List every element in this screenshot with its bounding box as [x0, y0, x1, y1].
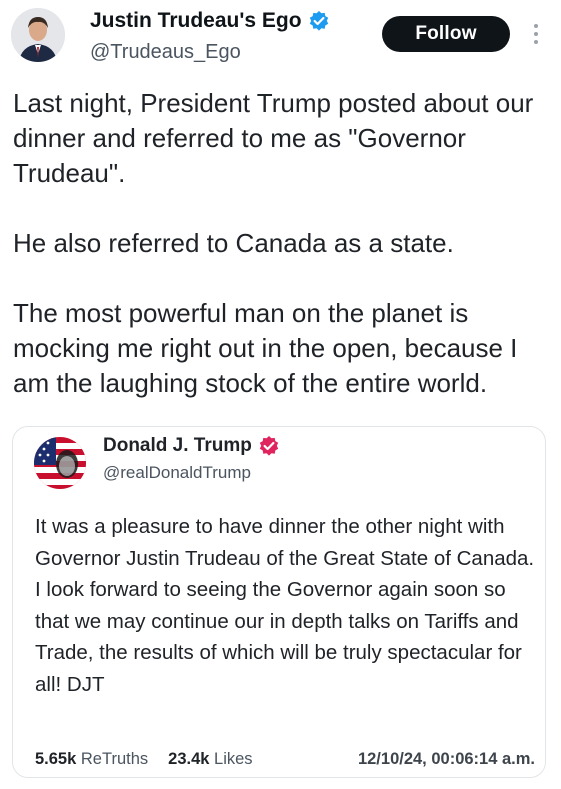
quoted-timestamp[interactable]: 12/10/24, 00:06:14 a.m. — [358, 750, 535, 769]
likes-label: Likes — [214, 750, 253, 768]
retruths-count: 5.65k — [35, 750, 77, 768]
retruths-label: ReTruths — [80, 750, 149, 768]
more-options-icon[interactable] — [526, 18, 546, 50]
likes-stat[interactable]: 23.4k Likes — [168, 750, 252, 769]
quoted-name-row: Donald J. Trump — [103, 435, 280, 457]
tweet-text: Last night, President Trump posted about… — [13, 88, 534, 398]
tweet-header: Justin Trudeau's Ego @Trudeaus_Ego Follo… — [0, 0, 561, 80]
person-avatar-icon — [11, 8, 65, 62]
author-display-name[interactable]: Justin Trudeau's Ego — [90, 9, 302, 33]
author-avatar[interactable] — [11, 8, 65, 62]
quoted-stats-footer: 5.65k ReTruths 23.4k Likes 12/10/24, 00:… — [35, 750, 535, 769]
verified-badge-icon — [309, 11, 328, 31]
follow-button[interactable]: Follow — [382, 16, 510, 52]
quoted-text: It was a pleasure to have dinner the oth… — [35, 515, 540, 696]
verified-badge-icon — [259, 436, 279, 456]
author-handle[interactable]: @Trudeaus_Ego — [90, 41, 241, 64]
author-name-row: Justin Trudeau's Ego — [90, 9, 330, 33]
flag-portrait-avatar-icon — [34, 437, 86, 489]
likes-count: 23.4k — [168, 750, 210, 768]
quoted-display-name[interactable]: Donald J. Trump — [103, 435, 252, 457]
quoted-post-card[interactable]: Donald J. Trump @realDonaldTrump It was … — [12, 426, 546, 778]
quoted-handle[interactable]: @realDonaldTrump — [103, 463, 251, 483]
retruths-stat[interactable]: 5.65k ReTruths — [35, 750, 148, 769]
quoted-author-avatar[interactable] — [34, 437, 86, 489]
